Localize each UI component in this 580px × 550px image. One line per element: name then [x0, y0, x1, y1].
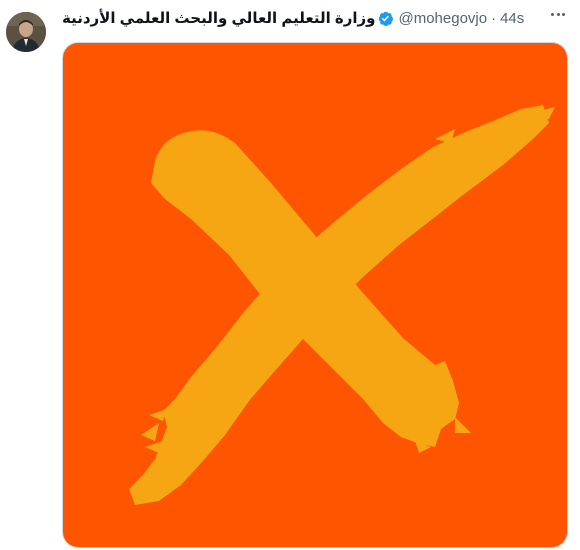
separator-dot: ·	[491, 9, 497, 27]
timestamp[interactable]: 44s	[500, 10, 524, 27]
big-x-mark-icon	[63, 43, 567, 547]
tweet: وزارة التعليم العالي والبحث العلمي الأرد…	[0, 0, 580, 550]
avatar-image	[6, 12, 46, 52]
more-options-button[interactable]	[544, 4, 572, 24]
verified-badge-icon	[377, 10, 394, 27]
avatar[interactable]	[6, 12, 46, 52]
tweet-media-image[interactable]	[62, 42, 568, 548]
display-name[interactable]: وزارة التعليم العالي والبحث العلمي الأرد…	[62, 9, 375, 27]
handle[interactable]: @mohegovjo	[398, 10, 487, 27]
tweet-header: وزارة التعليم العالي والبحث العلمي الأرد…	[62, 6, 524, 30]
